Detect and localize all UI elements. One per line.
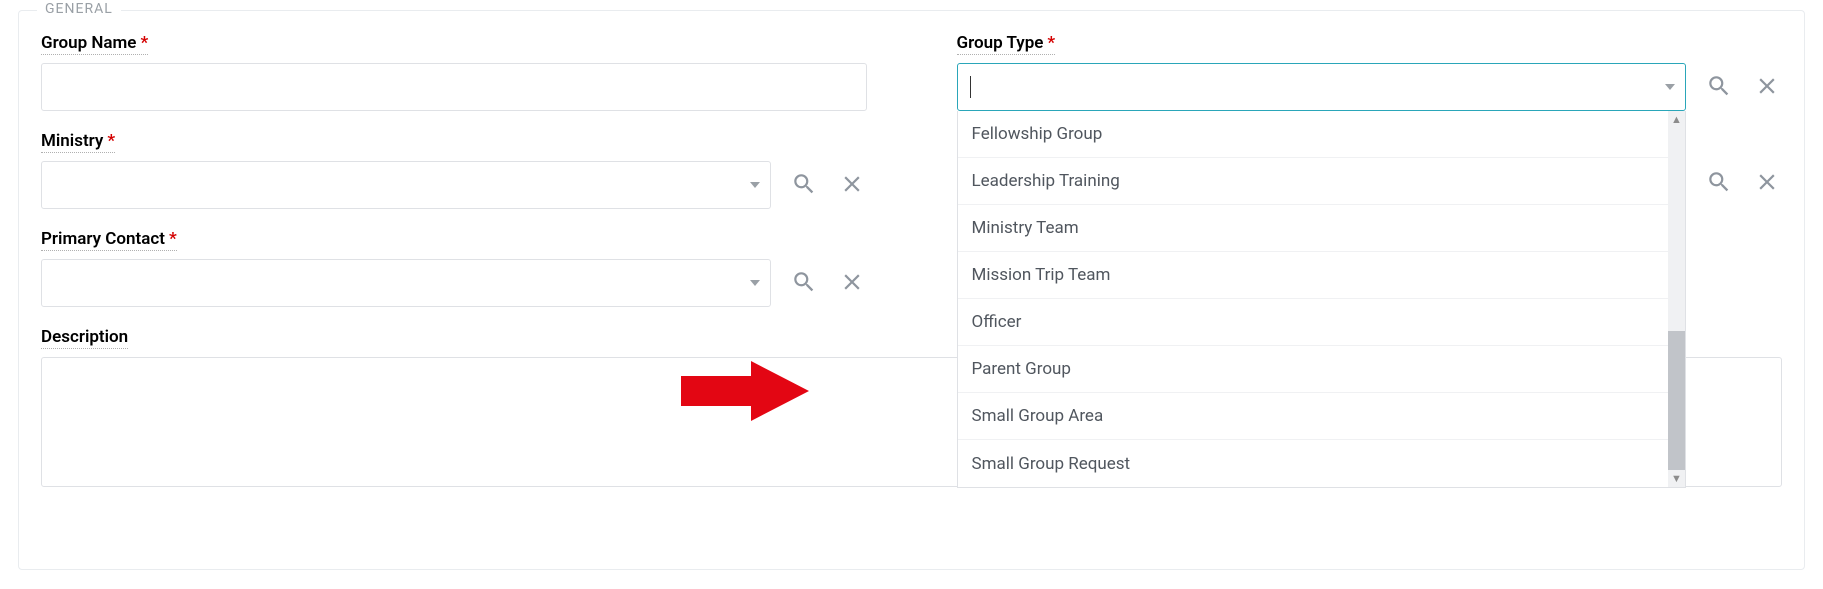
group-type-option[interactable]: Leadership Training — [958, 158, 1669, 205]
primary-contact-clear-button[interactable] — [837, 268, 867, 298]
close-icon — [839, 171, 865, 200]
label-primary-contact: Primary Contact* — [41, 229, 177, 251]
group-type-dropdown: Fellowship GroupLeadership TrainingMinis… — [957, 111, 1687, 488]
group-type-option[interactable]: Officer — [958, 299, 1669, 346]
group-type-clear-button[interactable] — [1752, 72, 1782, 102]
ministry-clear-button[interactable] — [837, 170, 867, 200]
scroll-up-icon[interactable]: ▲ — [1668, 111, 1685, 128]
field-primary-contact: Primary Contact* — [41, 229, 867, 307]
general-fieldset: GENERAL Group Name* Ministry* — [18, 10, 1805, 570]
primary-contact-combobox[interactable] — [41, 259, 771, 307]
label-group-name: Group Name* — [41, 33, 148, 55]
primary-contact-lookup-button[interactable] — [789, 268, 819, 298]
chevron-down-icon — [1665, 84, 1675, 90]
right-second-lookup-button[interactable] — [1704, 168, 1734, 198]
label-ministry: Ministry* — [41, 131, 115, 153]
group-type-option[interactable]: Parent Group — [958, 346, 1669, 393]
required-marker: * — [140, 33, 148, 53]
group-type-option[interactable]: Small Group Request — [958, 440, 1669, 487]
close-icon — [1754, 73, 1780, 102]
field-group-name: Group Name* — [41, 33, 867, 111]
scroll-thumb[interactable] — [1668, 331, 1685, 471]
close-icon — [1754, 169, 1780, 198]
text-caret-icon — [970, 76, 971, 98]
group-type-option[interactable]: Mission Trip Team — [958, 252, 1669, 299]
search-icon — [1706, 73, 1732, 102]
right-column: Group Type* Fellowship GroupLeadership T… — [957, 33, 1783, 511]
group-type-option[interactable]: Fellowship Group — [958, 111, 1669, 158]
left-column: Group Name* Ministry* — [41, 33, 867, 511]
search-icon — [1706, 169, 1732, 198]
group-type-lookup-button[interactable] — [1704, 72, 1734, 102]
search-icon — [791, 171, 817, 200]
close-icon — [839, 269, 865, 298]
label-description: Description — [41, 327, 128, 349]
field-ministry: Ministry* — [41, 131, 867, 209]
field-description: Description — [41, 327, 867, 491]
group-type-combobox[interactable] — [957, 63, 1687, 111]
required-marker: * — [107, 131, 115, 151]
label-group-type: Group Type* — [957, 33, 1056, 55]
required-marker: * — [1047, 33, 1055, 53]
ministry-lookup-button[interactable] — [789, 170, 819, 200]
group-type-option[interactable]: Ministry Team — [958, 205, 1669, 252]
field-group-type: Group Type* Fellowship GroupLeadership T… — [957, 33, 1783, 111]
legend-general: GENERAL — [37, 1, 121, 17]
dropdown-scrollbar[interactable]: ▲ ▼ — [1668, 111, 1685, 487]
right-second-clear-button[interactable] — [1752, 168, 1782, 198]
search-icon — [791, 269, 817, 298]
group-name-input[interactable] — [41, 63, 867, 111]
required-marker: * — [169, 229, 177, 249]
group-type-option[interactable]: Small Group Area — [958, 393, 1669, 440]
chevron-down-icon — [750, 280, 760, 286]
chevron-down-icon — [750, 182, 760, 188]
ministry-combobox[interactable] — [41, 161, 771, 209]
scroll-down-icon[interactable]: ▼ — [1668, 470, 1685, 487]
